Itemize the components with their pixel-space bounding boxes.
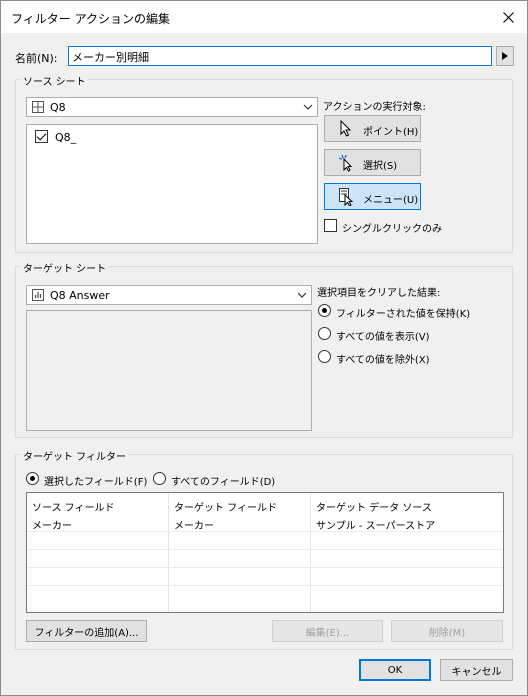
menu-icon [339, 188, 354, 206]
source-sheet-dropdown[interactable]: Q8 [26, 97, 318, 117]
name-input[interactable]: メーカー別明細 [68, 46, 492, 66]
name-label: 名前(N): [15, 52, 58, 65]
edit-button[interactable]: 編集(E)... [272, 620, 383, 642]
hover-action-button[interactable]: ポイント(H) [324, 115, 421, 142]
close-button[interactable] [495, 5, 521, 29]
keep-filtered-label: フィルターされた値を保持(K) [336, 309, 471, 320]
source-sheet-list: Q8_ [26, 124, 318, 244]
row-divider [27, 549, 503, 550]
hover-action-label: ポイント(H) [363, 127, 419, 138]
menu-action-button[interactable]: メニュー(U) [324, 183, 421, 210]
target-sheets-title: ターゲット シート [21, 260, 109, 275]
bar-chart-icon [32, 289, 44, 301]
target-sheet-list [26, 310, 312, 431]
row-divider [27, 567, 503, 568]
target-sheet-value: Q8 Answer [50, 289, 110, 302]
column-header-target-data-source: ターゲット データ ソース [316, 503, 432, 514]
select-action-label: 選択(S) [363, 161, 398, 172]
column-header-source-field: ソース フィールド [32, 503, 115, 514]
source-sheets-title: ソース シート [21, 73, 88, 88]
triangle-right-icon [502, 52, 508, 60]
chevron-down-icon [297, 292, 307, 298]
filter-field-table: ソース フィールド ターゲット フィールド ターゲット データ ソース メーカー… [26, 492, 504, 613]
row-divider [27, 585, 503, 586]
selected-fields-label: 選択したフィールド(F) [44, 477, 148, 488]
run-action-on-label: アクションの実行対象: [323, 102, 426, 113]
keep-filtered-radio[interactable] [318, 304, 331, 317]
table-cell-target-data-source[interactable]: サンプル - スーパーストア [316, 517, 435, 532]
sheet-item-label: Q8_ [55, 131, 77, 144]
select-click-icon [339, 154, 353, 172]
show-all-radio[interactable] [318, 327, 331, 340]
exclude-all-radio[interactable] [318, 350, 331, 363]
column-divider [310, 493, 311, 612]
add-filter-button[interactable]: フィルターの追加(A)... [26, 620, 147, 642]
table-cell-source-field[interactable]: メーカー [32, 517, 72, 532]
target-sheet-dropdown[interactable]: Q8 Answer [26, 285, 312, 305]
filter-action-dialog: フィルター アクションの編集 名前(N): メーカー別明細 ソース シート Q8… [0, 0, 528, 696]
all-fields-label: すべてのフィールド(D) [171, 477, 276, 488]
title-bar: フィルター アクションの編集 [1, 1, 527, 33]
pointer-icon [340, 120, 352, 137]
all-fields-radio[interactable] [153, 472, 166, 485]
chevron-down-icon [303, 104, 313, 110]
single-click-label: シングルクリックのみ [342, 224, 442, 235]
table-icon [32, 101, 44, 113]
table-cell-target-field[interactable]: メーカー [174, 517, 214, 532]
clearing-selection-label: 選択項目をクリアした結果: [317, 288, 441, 299]
cancel-button[interactable]: キャンセル [440, 659, 513, 681]
select-action-button[interactable]: 選択(S) [324, 149, 421, 176]
single-click-checkbox[interactable] [324, 219, 337, 232]
close-icon [502, 11, 514, 23]
column-divider [168, 493, 169, 612]
target-filters-title: ターゲット フィルター [21, 448, 128, 463]
selected-fields-radio[interactable] [26, 472, 39, 485]
remove-button[interactable]: 削除(M) [391, 620, 503, 642]
source-sheet-value: Q8 [50, 101, 66, 114]
sheet-checkbox[interactable] [35, 130, 48, 143]
exclude-all-label: すべての値を除外(X) [336, 355, 430, 366]
name-insert-button[interactable] [496, 46, 514, 66]
show-all-label: すべての値を表示(V) [336, 332, 430, 343]
ok-button[interactable]: OK [359, 659, 431, 681]
menu-action-label: メニュー(U) [363, 195, 419, 206]
column-header-target-field: ターゲット フィールド [174, 503, 277, 514]
dialog-title: フィルター アクションの編集 [11, 12, 170, 26]
